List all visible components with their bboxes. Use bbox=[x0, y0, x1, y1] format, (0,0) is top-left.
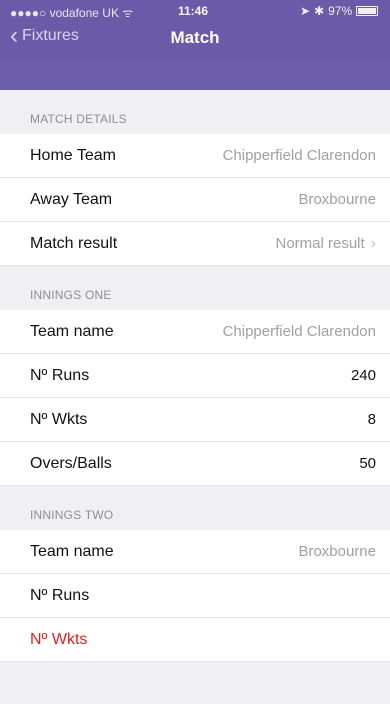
form-content: MATCH DETAILS Home Team Chipperfield Cla… bbox=[0, 90, 390, 704]
row-team-name[interactable]: Team name Chipperfield Clarendon bbox=[0, 310, 390, 354]
section-innings-one: INNINGS ONE Team name Chipperfield Clare… bbox=[0, 266, 390, 486]
row-label: Away Team bbox=[30, 190, 113, 208]
row-value: 240 bbox=[350, 367, 376, 384]
row-runs[interactable]: Nº Runs bbox=[0, 574, 390, 618]
bluetooth-icon: ✱ bbox=[314, 4, 325, 18]
page-title: Match bbox=[170, 28, 220, 47]
row-away-team[interactable]: Away Team Broxbourne bbox=[0, 178, 390, 222]
row-label: Home Team bbox=[30, 146, 116, 164]
nav-subbar bbox=[0, 60, 390, 90]
chevron-right-icon: › bbox=[370, 234, 376, 252]
row-wickets[interactable]: Nº Wkts 8 bbox=[0, 398, 390, 442]
section-match-details: MATCH DETAILS Home Team Chipperfield Cla… bbox=[0, 90, 390, 266]
row-label: Overs/Balls bbox=[30, 454, 112, 472]
row-team-name[interactable]: Team name Broxbourne bbox=[0, 530, 390, 574]
row-value: 8 bbox=[367, 411, 376, 428]
row-label: Team name bbox=[30, 542, 114, 560]
row-label: Team name bbox=[30, 322, 114, 340]
row-label: Nº Wkts bbox=[30, 410, 88, 428]
status-bar: ●●●●○ vodafone UK ᯤ 11:46 ➤ ✱ 97% bbox=[0, 0, 390, 22]
row-runs[interactable]: Nº Runs 240 bbox=[0, 354, 390, 398]
section-header: MATCH DETAILS bbox=[0, 90, 390, 134]
row-label: Nº Runs bbox=[30, 586, 90, 604]
section-innings-two: INNINGS TWO Team name Broxbourne Nº Runs… bbox=[0, 486, 390, 662]
row-home-team[interactable]: Home Team Chipperfield Clarendon bbox=[0, 134, 390, 178]
row-value: Broxbourne bbox=[298, 543, 376, 560]
screen: ●●●●○ vodafone UK ᯤ 11:46 ➤ ✱ 97% ‹ Fixt… bbox=[0, 0, 390, 704]
carrier-label: ●●●●○ vodafone UK ᯤ bbox=[10, 6, 134, 20]
row-match-result[interactable]: Match result Normal result › bbox=[0, 222, 390, 266]
row-value-group: Normal result › bbox=[275, 235, 376, 253]
row-value: Chipperfield Clarendon bbox=[222, 147, 376, 164]
row-label: Nº Runs bbox=[30, 366, 90, 384]
clock: 11:46 bbox=[178, 4, 209, 18]
nav-row: ‹ Fixtures Match bbox=[0, 20, 390, 60]
row-wickets[interactable]: Nº Wkts bbox=[0, 618, 390, 662]
battery-icon bbox=[356, 6, 379, 16]
section-header: INNINGS TWO bbox=[0, 486, 390, 530]
navigation-bar: ●●●●○ vodafone UK ᯤ 11:46 ➤ ✱ 97% ‹ Fixt… bbox=[0, 0, 390, 90]
location-icon: ➤ bbox=[300, 4, 311, 18]
row-label: Match result bbox=[30, 234, 118, 252]
row-label: Nº Wkts bbox=[30, 630, 88, 648]
row-value: Normal result bbox=[275, 234, 365, 252]
row-value: Broxbourne bbox=[298, 191, 376, 208]
row-value: Chipperfield Clarendon bbox=[222, 323, 376, 340]
battery-status: ➤ ✱ 97% bbox=[300, 4, 379, 18]
battery-percent: 97% bbox=[328, 4, 353, 18]
row-value: 50 bbox=[359, 455, 376, 472]
row-overs-balls[interactable]: Overs/Balls 50 bbox=[0, 442, 390, 486]
section-header: INNINGS ONE bbox=[0, 266, 390, 310]
